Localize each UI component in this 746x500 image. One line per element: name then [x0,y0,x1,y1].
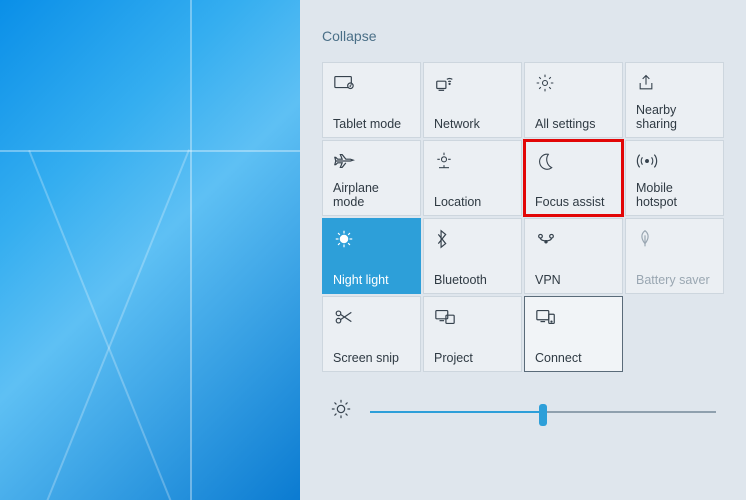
brightness-row [322,398,724,425]
gear-icon [535,71,612,95]
tile-location[interactable]: Location [423,140,522,216]
tile-tablet-mode[interactable]: Tablet mode [322,62,421,138]
tile-nearby-sharing[interactable]: Nearby sharing [625,62,724,138]
brightness-slider[interactable] [370,402,716,422]
quick-action-tiles: Tablet mode Network All settings Nearby sha… [322,62,724,372]
tile-network[interactable]: Network [423,62,522,138]
tile-bluetooth[interactable]: Bluetooth [423,218,522,294]
tile-night-light[interactable]: Night light [322,218,421,294]
nightlight-icon [333,227,410,251]
tile-label: VPN [535,273,612,287]
desktop-wallpaper [0,0,300,500]
airplane-icon [333,149,410,173]
brightness-fill [370,411,543,413]
tile-label: Night light [333,273,410,287]
tile-label: Network [434,117,511,131]
hotspot-icon [636,149,713,173]
tile-label: Tablet mode [333,117,410,131]
collapse-link[interactable]: Collapse [322,28,724,44]
tile-label: Airplane mode [333,181,410,209]
tile-project[interactable]: Project [423,296,522,372]
tile-label: Project [434,351,511,365]
tile-label: Battery saver [636,273,713,287]
tile-focus-assist[interactable]: Focus assist [524,140,623,216]
tile-screen-snip[interactable]: Screen snip [322,296,421,372]
project-icon [434,305,511,329]
tile-label: Screen snip [333,351,410,365]
tile-airplane-mode[interactable]: Airplane mode [322,140,421,216]
tile-label: Connect [535,351,612,365]
tile-label: Bluetooth [434,273,511,287]
moon-icon [535,149,612,173]
wifi-pc-icon [434,71,511,95]
snip-icon [333,305,410,329]
tile-label: Nearby sharing [636,103,713,131]
tile-mobile-hotspot[interactable]: Mobile hotspot [625,140,724,216]
tile-battery-saver[interactable]: Battery saver [625,218,724,294]
location-icon [434,149,511,173]
tile-vpn[interactable]: VPN [524,218,623,294]
share-icon [636,71,713,95]
tile-label: All settings [535,117,612,131]
brightness-thumb[interactable] [539,404,547,426]
leaf-icon [636,227,713,251]
tile-all-settings[interactable]: All settings [524,62,623,138]
action-center-panel: Collapse Tablet mode Network All settings N… [300,0,746,500]
tile-connect[interactable]: Connect [524,296,623,372]
vpn-icon [535,227,612,251]
tile-label: Focus assist [535,195,612,209]
tile-label: Location [434,195,511,209]
connect-icon [535,305,612,329]
brightness-icon [330,398,352,425]
tile-label: Mobile hotspot [636,181,713,209]
bluetooth-icon [434,227,511,251]
tablet-icon [333,71,410,95]
